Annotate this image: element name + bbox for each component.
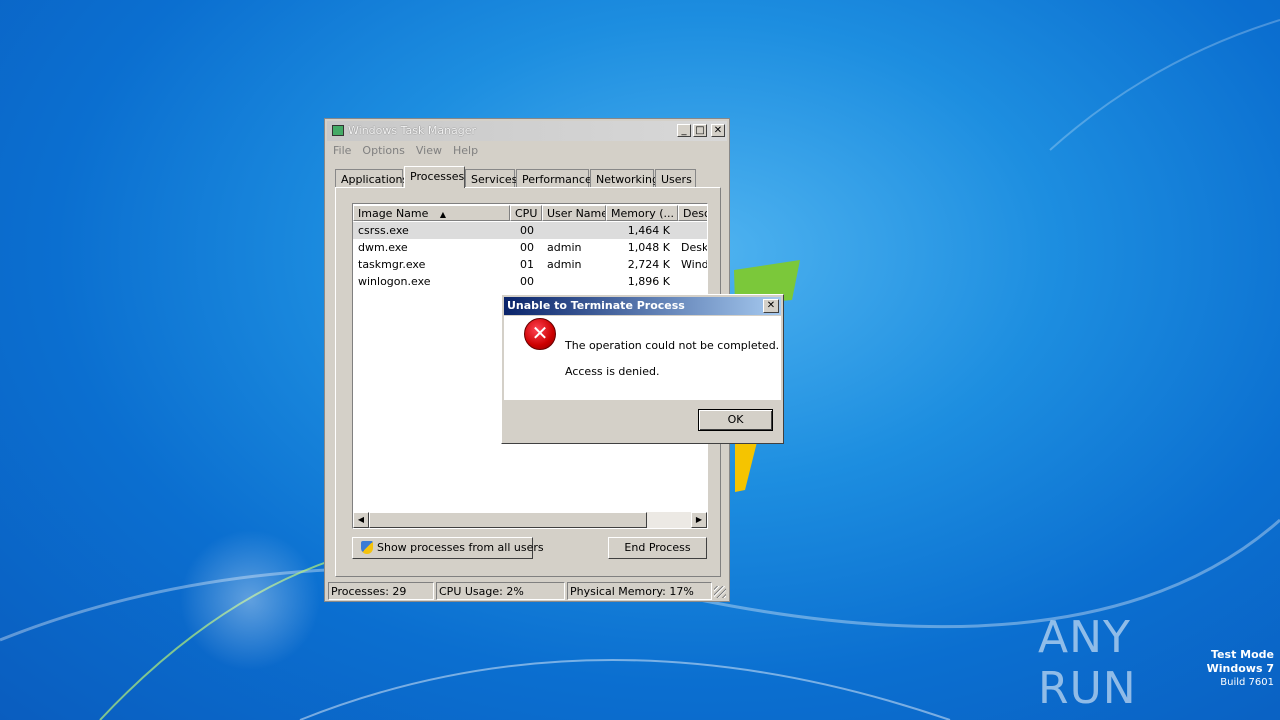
shield-icon bbox=[361, 541, 373, 554]
scroll-left-icon[interactable]: ◀ bbox=[353, 512, 369, 528]
end-process-button[interactable]: End Process bbox=[608, 537, 707, 559]
error-dialog: Unable to Terminate Process ✕ ✕ The oper… bbox=[501, 294, 784, 444]
ok-button[interactable]: OK bbox=[698, 409, 773, 431]
horizontal-scrollbar[interactable]: ◀ ▶ bbox=[353, 512, 707, 528]
table-row[interactable]: dwm.exe 00 admin 1,048 K Desk bbox=[353, 239, 707, 256]
menu-file[interactable]: File bbox=[333, 144, 351, 157]
column-memory[interactable]: Memory (... bbox=[606, 205, 678, 221]
dialog-title-bar[interactable]: Unable to Terminate Process ✕ bbox=[504, 297, 781, 315]
dialog-message: The operation could not be completed. bbox=[565, 339, 780, 352]
test-mode-notice: Test Mode Windows 7 Build 7601 bbox=[1207, 648, 1274, 690]
tab-processes[interactable]: Processes bbox=[404, 166, 465, 188]
list-header: Image Name ▲ CPU User Name Memory (... D… bbox=[353, 205, 707, 221]
tab-networking[interactable]: Networking bbox=[590, 169, 659, 187]
task-manager-icon bbox=[332, 125, 344, 136]
close-icon[interactable]: ✕ bbox=[711, 124, 725, 137]
column-user-name[interactable]: User Name bbox=[542, 205, 606, 221]
table-row[interactable]: winlogon.exe 00 1,896 K bbox=[353, 273, 707, 290]
scrollbar-thumb[interactable] bbox=[369, 512, 647, 528]
table-row[interactable]: taskmgr.exe 01 admin 2,724 K Wind bbox=[353, 256, 707, 273]
test-mode-label: Test Mode bbox=[1211, 648, 1274, 661]
dialog-title: Unable to Terminate Process bbox=[507, 299, 685, 312]
column-image-name[interactable]: Image Name ▲ bbox=[353, 205, 510, 221]
minimize-icon[interactable]: _ bbox=[677, 124, 691, 137]
dialog-detail: Access is denied. bbox=[565, 365, 660, 378]
close-icon[interactable]: ✕ bbox=[763, 299, 779, 313]
status-cpu-usage: CPU Usage: 2% bbox=[436, 582, 565, 600]
title-bar[interactable]: Windows Task Manager _ □ ✕ bbox=[327, 121, 727, 141]
menu-options[interactable]: Options bbox=[362, 144, 404, 157]
maximize-icon[interactable]: □ bbox=[693, 124, 707, 137]
resize-grip-icon[interactable] bbox=[714, 586, 726, 598]
show-all-users-button[interactable]: Show processes from all users bbox=[352, 537, 544, 559]
tab-applications[interactable]: Applications bbox=[335, 169, 408, 187]
tab-services[interactable]: Services bbox=[465, 169, 517, 187]
tab-users[interactable]: Users bbox=[655, 169, 696, 187]
window-title: Windows Task Manager bbox=[348, 124, 477, 137]
status-physical-memory: Physical Memory: 17% bbox=[567, 582, 712, 600]
os-name-label: Windows 7 bbox=[1206, 662, 1274, 675]
build-label: Build 7601 bbox=[1220, 677, 1274, 688]
column-description[interactable]: Desc bbox=[678, 205, 707, 221]
tab-performance[interactable]: Performance bbox=[516, 169, 592, 187]
status-bar: Processes: 29 CPU Usage: 2% Physical Mem… bbox=[328, 582, 726, 600]
menu-view[interactable]: View bbox=[416, 144, 442, 157]
table-row[interactable]: csrss.exe 00 1,464 K bbox=[353, 222, 707, 239]
scroll-right-icon[interactable]: ▶ bbox=[691, 512, 707, 528]
column-cpu[interactable]: CPU bbox=[510, 205, 542, 221]
menu-bar: File Options View Help bbox=[333, 144, 489, 160]
error-icon: ✕ bbox=[524, 318, 556, 350]
menu-help[interactable]: Help bbox=[453, 144, 478, 157]
status-processes: Processes: 29 bbox=[328, 582, 434, 600]
sort-ascending-icon: ▲ bbox=[439, 210, 447, 219]
